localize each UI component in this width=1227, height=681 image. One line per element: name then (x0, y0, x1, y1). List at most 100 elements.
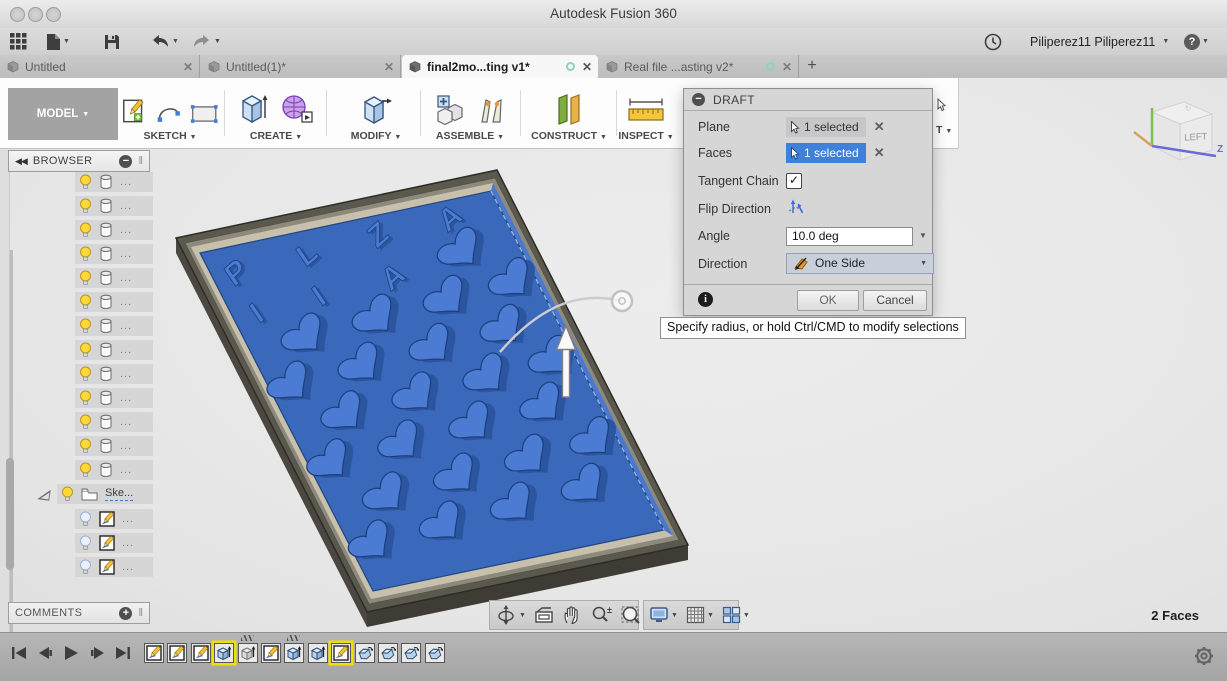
browser-row[interactable]: ... (75, 436, 153, 456)
timeline-feature-draft[interactable] (354, 643, 375, 663)
group-label-create[interactable]: CREATE ▼ (232, 130, 320, 142)
cancel-button[interactable]: Cancel (863, 290, 927, 311)
row-menu-button[interactable]: ... (120, 272, 132, 284)
timeline-feature-extrude[interactable] (237, 635, 258, 663)
clear-faces-selection-icon[interactable]: ✕ (874, 145, 885, 161)
timeline-feature-draft[interactable] (377, 643, 398, 663)
visibility-bulb-icon[interactable] (79, 535, 92, 551)
timeline-feature-draft[interactable] (401, 643, 422, 663)
visibility-bulb-icon[interactable] (79, 462, 92, 478)
visibility-bulb-icon[interactable] (79, 270, 92, 286)
visibility-bulb-icon[interactable] (79, 318, 92, 334)
joint-icon[interactable] (476, 94, 506, 126)
row-menu-button[interactable]: ... (120, 392, 132, 404)
arc-tool-icon[interactable] (155, 100, 182, 126)
group-label-inspect[interactable]: INSPECT ▼ (612, 130, 680, 142)
clear-plane-selection-icon[interactable]: ✕ (874, 119, 885, 135)
row-menu-button[interactable]: ... (120, 344, 132, 356)
visibility-bulb-icon[interactable] (79, 511, 92, 527)
construction-plane-icon[interactable] (552, 92, 586, 126)
browser-row[interactable]: ... (75, 244, 153, 264)
step-back-button[interactable] (34, 643, 56, 663)
panel-minus-icon[interactable]: − (119, 154, 133, 168)
browser-row[interactable]: ... (75, 412, 153, 432)
play-button[interactable] (60, 643, 82, 663)
close-icon[interactable]: ✕ (384, 60, 394, 74)
new-component-icon[interactable] (434, 94, 468, 126)
timeline-feature-extrude[interactable] (284, 635, 305, 663)
group-label-modify[interactable]: MODIFY ▼ (334, 130, 418, 142)
row-menu-button[interactable]: ... (120, 320, 132, 332)
visibility-bulb-icon[interactable] (79, 342, 92, 358)
row-menu-button[interactable]: ... (120, 440, 132, 452)
timeline-feature-sketch[interactable] (144, 643, 164, 663)
browser-row[interactable]: ... (75, 316, 153, 336)
pan-button[interactable] (561, 604, 583, 626)
browser-row[interactable]: Ske... (57, 484, 153, 504)
create-form-icon[interactable] (278, 92, 314, 126)
angle-input[interactable]: 10.0 deg (786, 226, 913, 246)
visibility-bulb-icon[interactable] (79, 559, 92, 575)
row-menu-button[interactable]: ... (120, 248, 132, 260)
browser-row[interactable]: ... (75, 364, 153, 384)
go-to-end-button[interactable] (112, 643, 134, 663)
browser-row[interactable]: ... (75, 196, 153, 216)
group-label-sketch[interactable]: SKETCH ▼ (122, 130, 218, 142)
browser-row[interactable]: ... (75, 509, 153, 529)
direction-select[interactable]: One Side ▼ (786, 252, 934, 274)
rectangle-tool-icon[interactable] (190, 102, 218, 126)
sketches-folder-label[interactable]: Ske... (105, 487, 134, 501)
row-menu-button[interactable]: ... (120, 296, 132, 308)
row-menu-button[interactable]: ... (120, 200, 132, 212)
panel-grip-icon[interactable]: ‖ (138, 607, 143, 619)
tab-real-file-asting-v2[interactable]: Real file ...asting v2* ✕ (599, 55, 799, 78)
timeline-feature-draft[interactable] (424, 643, 445, 663)
comments-panel-header[interactable]: COMMENTS + ‖ (8, 602, 150, 624)
create-sketch-icon[interactable] (122, 96, 147, 126)
view-cube[interactable]: LEFT ↻ Z (1128, 82, 1224, 178)
timeline-feature-sketch[interactable] (260, 643, 281, 663)
row-menu-button[interactable]: ... (122, 513, 134, 525)
browser-row[interactable]: ... (75, 268, 153, 288)
browser-row[interactable]: ... (75, 460, 153, 480)
row-menu-button[interactable]: ... (120, 464, 132, 476)
orbit-button[interactable]: ▼ (494, 603, 527, 627)
user-account-button[interactable]: Piliperez11 Piliperez11 ▼ (1030, 31, 1169, 52)
grid-snap-button[interactable]: ▼ (685, 605, 715, 625)
group-label-assemble[interactable]: ASSEMBLE ▼ (424, 130, 516, 142)
redo-button[interactable]: ▼ (192, 31, 221, 52)
flip-direction-icon[interactable] (786, 197, 806, 217)
visibility-bulb-icon[interactable] (79, 438, 92, 454)
viewcube-rotate-icon[interactable]: ↻ (1185, 104, 1192, 113)
app-grid-button[interactable] (10, 31, 27, 52)
file-menu-button[interactable]: ▼ (46, 31, 70, 52)
browser-row[interactable]: ... (75, 533, 153, 553)
timeline-feature-sketch[interactable] (331, 643, 352, 663)
timeline-feature-sketch[interactable] (190, 643, 211, 663)
browser-row[interactable]: ... (75, 340, 153, 360)
tab-untitled-1[interactable]: Untitled(1)* ✕ (201, 55, 401, 78)
press-pull-icon[interactable] (359, 92, 393, 126)
row-menu-button[interactable]: ... (120, 224, 132, 236)
timeline-feature-extrude[interactable] (214, 643, 235, 663)
visibility-bulb-icon[interactable] (79, 366, 92, 382)
panel-grip-icon[interactable]: ‖ (138, 155, 143, 167)
timeline-feature-sketch[interactable] (167, 643, 188, 663)
info-icon[interactable]: i (698, 292, 713, 307)
draft-dialog-header[interactable]: − DRAFT (684, 89, 932, 111)
group-label-construct[interactable]: CONSTRUCT ▼ (524, 130, 614, 142)
timeline-feature-extrude[interactable] (307, 643, 328, 663)
browser-scrollbar[interactable] (6, 458, 14, 570)
look-at-button[interactable] (533, 605, 555, 625)
draft-rotate-handle[interactable] (610, 289, 634, 313)
step-forward-button[interactable] (86, 643, 108, 663)
faces-selected-chip[interactable]: 1 selected (786, 143, 866, 163)
tangent-chain-checkbox[interactable]: ✓ (786, 173, 802, 189)
panel-plus-icon[interactable]: + (119, 606, 133, 620)
row-menu-button[interactable]: ... (120, 176, 132, 188)
save-button[interactable] (104, 31, 120, 52)
visibility-bulb-icon[interactable] (79, 246, 92, 262)
display-settings-button[interactable]: ▼ (648, 605, 679, 625)
browser-row[interactable]: ... (75, 388, 153, 408)
tab-final2mo-ting-v1[interactable]: final2mo...ting v1* ✕ (402, 55, 598, 78)
